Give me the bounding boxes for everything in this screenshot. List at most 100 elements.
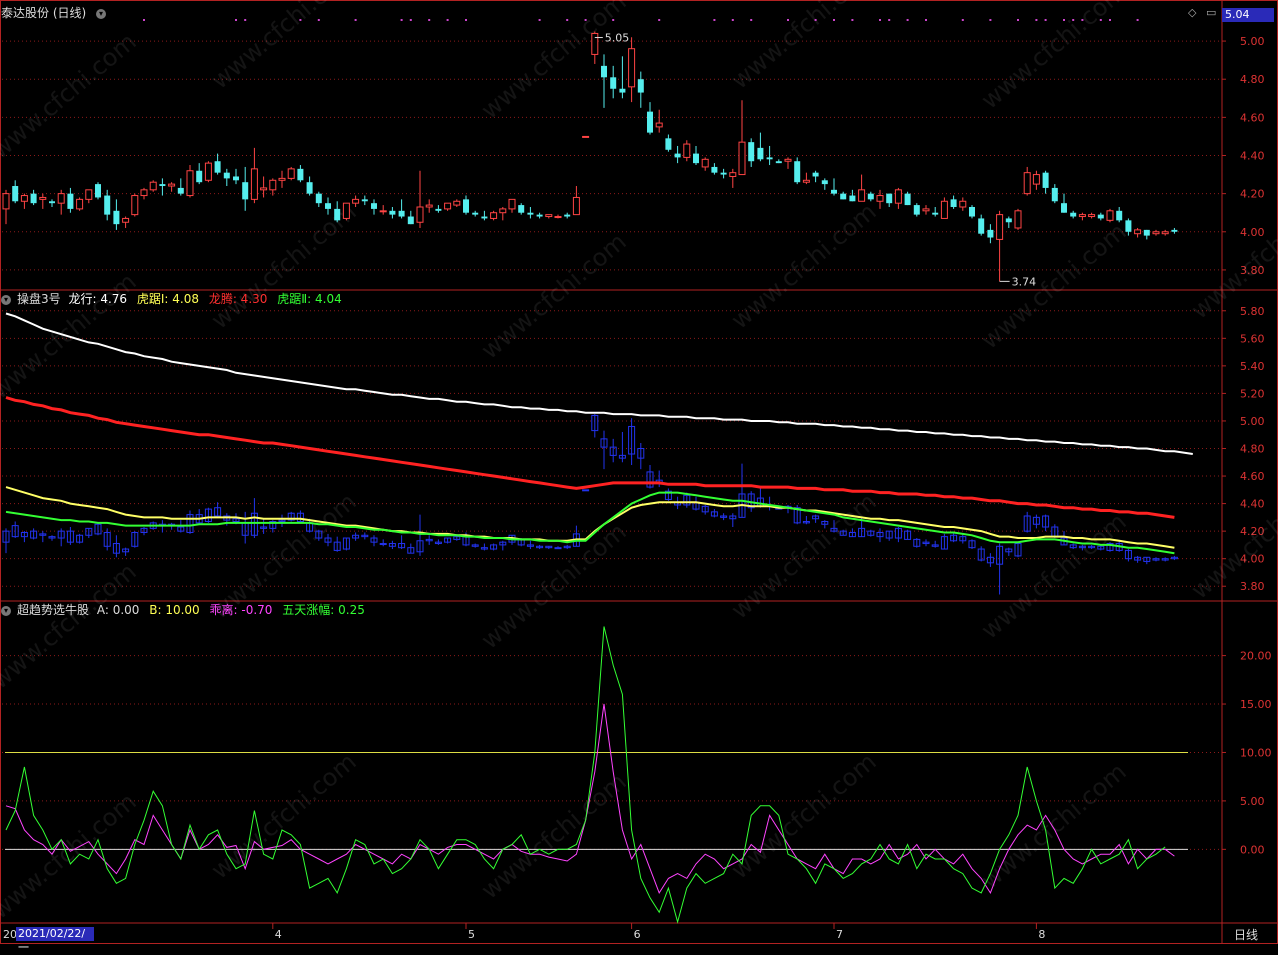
candle-body-up [1078,214,1086,218]
event-marker [446,19,449,21]
candle-body-up [858,189,866,202]
event-marker [566,19,569,21]
x-edge-label: 20 [3,928,17,941]
candle-body-down [1005,218,1012,223]
candle-body-up [545,214,553,218]
candle-body-up [582,135,590,138]
event-marker [879,19,881,21]
legend-item: 龙腾: 4.30 [208,292,268,306]
candle-body-up [140,189,148,197]
candle-body-up [85,189,93,200]
candle-body-down [472,212,479,215]
candle-body-down [647,111,653,133]
candle-body-down [821,180,828,185]
chart-canvas[interactable]: 5.00 4.80 4.60 4.40 4.20 4.00 3.80 5.80 5.60 5.40… [0,0,1278,944]
candle-body-up [342,202,350,219]
event-marker [814,19,817,21]
y-tick-label: 5.20 [1240,387,1265,400]
candle-body-down [297,168,304,181]
watermark: www.cfchi.com [726,197,882,334]
candle-body-down [693,153,699,164]
y-tick-label: 4.40 [1240,150,1265,163]
min-label: 3.74 [1012,275,1037,288]
candle-body-down [361,199,368,202]
candle-body-down [306,182,313,194]
candle-body-up [425,204,433,208]
watermark: www.cfchi.com [476,0,632,125]
watermark: www.cfchi.com [0,787,142,924]
candle-body-up [729,172,737,177]
x-tick-label: 8 [1038,928,1045,941]
candle-body-down [987,229,994,238]
window-icon[interactable]: ▭ [1206,6,1216,19]
candle-body-down [389,210,396,215]
candle-body-up [1106,210,1114,221]
candle-body [554,547,562,550]
legend-item: 虎踞Ⅰ: 4.08 [136,292,199,306]
candle-body-up [39,196,47,200]
candle-body-up [940,200,948,219]
event-marker [235,19,237,21]
candle-body-up [287,168,295,179]
candle-group [2,31,1178,282]
candle-body-up [591,32,599,55]
candle-body-down [601,65,607,78]
event-marker [787,19,789,21]
indicator-dropdown-icon[interactable]: ▾ [1,605,11,616]
event-marker [354,19,357,21]
y-tick-label: 4.80 [1240,73,1265,86]
candle-body-down [711,166,718,173]
candle-body [379,543,387,546]
indicator-name[interactable]: 操盘3号 [17,292,61,306]
event-marker [961,19,964,21]
candle-body-up [572,196,580,216]
candle-body-down [315,193,322,204]
legend-item: 乖离: -0.70 [209,603,273,617]
panel1-toolbar: ◇ ▭ [1188,6,1216,19]
y-tick-label: 4.20 [1240,188,1265,201]
candle-body-down [775,161,782,164]
candle-body-up [57,193,65,204]
event-marker [1081,19,1084,21]
candle-body-down [371,203,377,209]
panel3-header: ▾ 超趋势选牛股 A: 0.00 B: 10.00 乖离: -0.70 五天涨幅:… [1,603,371,617]
period-tab[interactable]: 日线 [1234,926,1258,943]
panel2-header: ▾ 操盘3号 龙行: 4.76 虎踞Ⅰ: 4.08 龙腾: 4.30 虎踞Ⅱ: 4… [1,292,348,306]
watermark: www.cfchi.com [976,0,1132,115]
candle-body-up [260,187,268,191]
candle-body-up [1134,229,1142,235]
candle-body-down [196,170,203,183]
x-tick-label: 6 [634,928,641,941]
event-marker [989,19,992,21]
event-marker [888,19,891,21]
y-tick-label: 10.00 [1240,746,1272,759]
indicator-dropdown-icon[interactable]: ▾ [1,294,11,305]
candle-body-up [959,200,967,208]
candle-body-down [1070,212,1077,217]
candle-body-down [886,193,893,204]
dropdown-icon[interactable]: ▾ [96,8,107,19]
candle-body-down [831,189,837,194]
candle-body-down [223,172,230,179]
candle-body-down [159,184,166,187]
diamond-icon[interactable]: ◇ [1188,6,1196,19]
candle-body-up [784,158,792,162]
candle-body-up [131,195,139,216]
indicator-name[interactable]: 超趋势选牛股 [17,603,89,617]
candle-body-down [1116,210,1123,221]
candle-body-up [1023,172,1031,195]
event-marker [1136,19,1139,21]
candle-body-down [1061,203,1067,213]
stock-title: 泰达股份 (日线) [1,6,87,20]
candle-body-down [1125,220,1132,232]
candle-body-up [508,198,516,210]
y-tick-label: 5.00 [1240,795,1265,808]
candle-body-up [204,162,212,181]
legend-item: 龙行: 4.76 [68,292,128,306]
y-tick-label: 5.40 [1240,360,1265,373]
candle-body-up [554,216,562,219]
candle-body-down [932,212,939,215]
candle-body-up [655,122,663,128]
candle-body-up [1161,231,1169,235]
candle-body-up [894,189,902,204]
